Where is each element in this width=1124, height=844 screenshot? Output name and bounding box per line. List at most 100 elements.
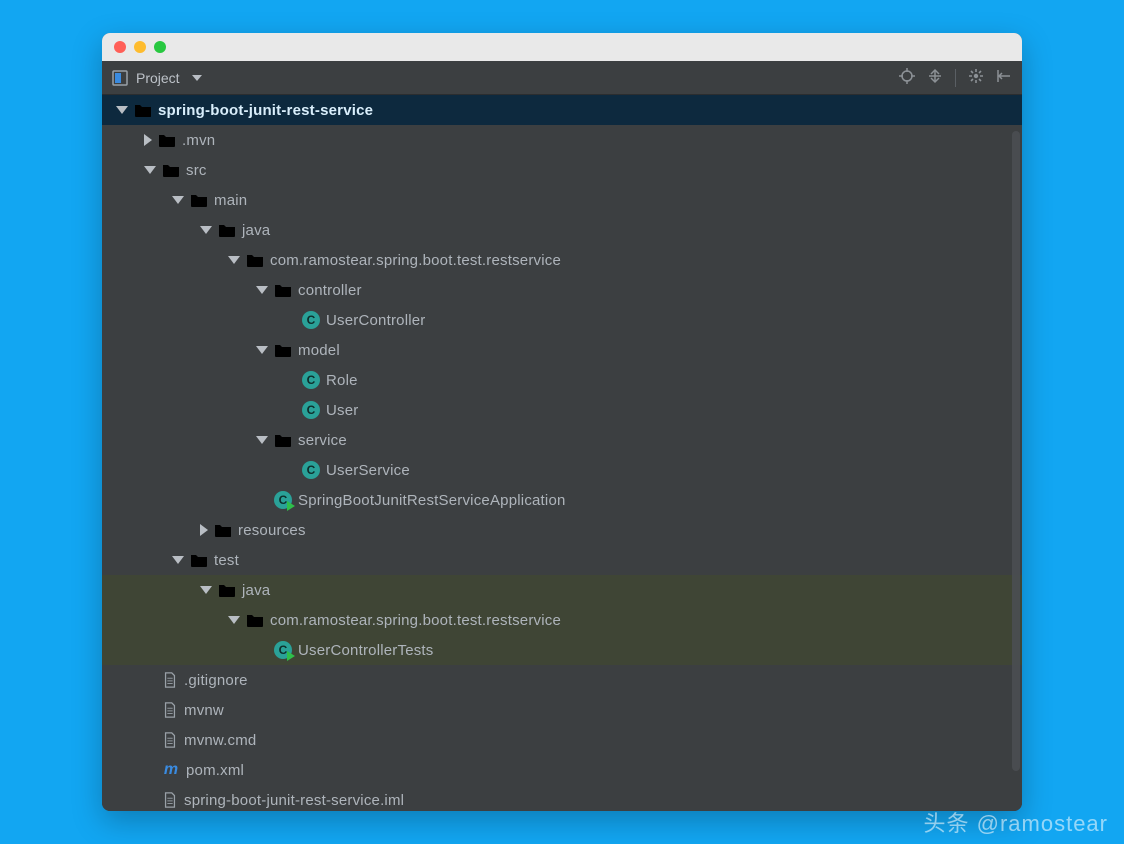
- tree-item-label: model: [298, 342, 340, 359]
- class-icon: C: [302, 311, 320, 329]
- file-icon: [162, 702, 178, 718]
- chevron-down-icon[interactable]: [172, 196, 184, 204]
- tree-item-label: com.ramostear.spring.boot.test.restservi…: [270, 252, 561, 269]
- tree-row[interactable]: C UserController: [102, 305, 1022, 335]
- tree-row[interactable]: mvnw: [102, 695, 1022, 725]
- tree-row[interactable]: test: [102, 545, 1022, 575]
- scrollbar[interactable]: [1012, 131, 1020, 771]
- folder-icon: [246, 611, 264, 629]
- tree-row[interactable]: com.ramostear.spring.boot.test.restservi…: [102, 245, 1022, 275]
- arrow-spacer: [284, 314, 296, 326]
- tree-item-label: java: [242, 222, 270, 239]
- module-icon: [134, 101, 152, 119]
- chevron-down-icon[interactable]: [256, 436, 268, 444]
- chevron-down-icon[interactable]: [200, 226, 212, 234]
- autoscroll-icon[interactable]: [927, 68, 943, 88]
- tree-row[interactable]: .mvn: [102, 125, 1022, 155]
- chevron-down-icon[interactable]: [200, 586, 212, 594]
- tree-item-label: spring-boot-junit-rest-service: [158, 102, 373, 119]
- caret-down-icon: [192, 75, 202, 81]
- project-tree[interactable]: spring-boot-junit-rest-service .mvn srcmai…: [102, 95, 1022, 811]
- project-icon: [112, 70, 128, 86]
- tree-row[interactable]: mvnw.cmd: [102, 725, 1022, 755]
- tree-row[interactable]: model: [102, 335, 1022, 365]
- chevron-down-icon[interactable]: [228, 616, 240, 624]
- tree-item-label: mvnw: [184, 702, 224, 719]
- tree-item-label: UserControllerTests: [298, 642, 434, 659]
- file-icon: [162, 732, 178, 748]
- target-icon[interactable]: [899, 68, 915, 88]
- chevron-down-icon[interactable]: [256, 346, 268, 354]
- zoom-icon[interactable]: [154, 41, 166, 53]
- gear-icon[interactable]: [968, 68, 984, 88]
- tree-item-label: UserService: [326, 462, 410, 479]
- mac-titlebar: [102, 33, 1022, 61]
- tree-row[interactable]: C Role: [102, 365, 1022, 395]
- chevron-down-icon[interactable]: [172, 556, 184, 564]
- tree-item-label: SpringBootJunitRestServiceApplication: [298, 492, 566, 509]
- chevron-down-icon[interactable]: [228, 256, 240, 264]
- project-selector[interactable]: Project: [112, 70, 202, 86]
- file-icon: [162, 672, 178, 688]
- arrow-spacer: [144, 794, 156, 806]
- arrow-spacer: [144, 674, 156, 686]
- class-icon: C: [302, 401, 320, 419]
- tree-row[interactable]: C UserControllerTests: [102, 635, 1022, 665]
- tree-item-label: main: [214, 192, 247, 209]
- arrow-spacer: [144, 704, 156, 716]
- tree-item-label: service: [298, 432, 347, 449]
- chevron-right-icon[interactable]: [200, 524, 208, 536]
- chevron-right-icon[interactable]: [144, 134, 152, 146]
- toolbar-divider: [955, 69, 956, 87]
- chevron-down-icon[interactable]: [144, 166, 156, 174]
- arrow-spacer: [144, 734, 156, 746]
- tree-row[interactable]: C UserService: [102, 455, 1022, 485]
- collapse-icon[interactable]: [996, 68, 1012, 88]
- file-icon: [162, 792, 178, 808]
- tree-row[interactable]: com.ramostear.spring.boot.test.restservi…: [102, 605, 1022, 635]
- folder-icon: [158, 131, 176, 149]
- tree-row[interactable]: C User: [102, 395, 1022, 425]
- tree-row[interactable]: .gitignore: [102, 665, 1022, 695]
- tree-item-label: resources: [238, 522, 306, 539]
- source-folder-icon: [218, 221, 236, 239]
- close-icon[interactable]: [114, 41, 126, 53]
- tree-row[interactable]: spring-boot-junit-rest-service: [102, 95, 1022, 125]
- chevron-down-icon[interactable]: [256, 286, 268, 294]
- folder-icon: [162, 161, 180, 179]
- project-title: Project: [136, 70, 180, 86]
- tree-row[interactable]: controller: [102, 275, 1022, 305]
- tree-row[interactable]: service: [102, 425, 1022, 455]
- tree-row[interactable]: java: [102, 215, 1022, 245]
- tree-item-label: spring-boot-junit-rest-service.iml: [184, 792, 404, 809]
- runnable-class-icon: C: [274, 491, 292, 509]
- tree-item-label: test: [214, 552, 239, 569]
- runnable-class-icon: C: [274, 641, 292, 659]
- tree-item-label: UserController: [326, 312, 426, 329]
- tree-row[interactable]: C SpringBootJunitRestServiceApplication: [102, 485, 1022, 515]
- tree-row[interactable]: mpom.xml: [102, 755, 1022, 785]
- arrow-spacer: [144, 764, 156, 776]
- tree-row[interactable]: main: [102, 185, 1022, 215]
- tree-row[interactable]: resources: [102, 515, 1022, 545]
- tree-item-label: java: [242, 582, 270, 599]
- tree-item-label: .gitignore: [184, 672, 248, 689]
- project-toolbar: Project: [102, 61, 1022, 95]
- watermark-text: 头条 @ramostear: [924, 811, 1108, 836]
- tree-item-label: Role: [326, 372, 358, 389]
- tree-item-label: mvnw.cmd: [184, 732, 256, 749]
- tree-row[interactable]: spring-boot-junit-rest-service.iml: [102, 785, 1022, 811]
- arrow-spacer: [256, 494, 268, 506]
- tree-row[interactable]: src: [102, 155, 1022, 185]
- tree-row[interactable]: java: [102, 575, 1022, 605]
- tree-item-label: User: [326, 402, 358, 419]
- class-icon: C: [302, 461, 320, 479]
- class-icon: C: [302, 371, 320, 389]
- ide-window: Project spring-boot-junit-rest-service .m…: [102, 33, 1022, 811]
- arrow-spacer: [284, 464, 296, 476]
- folder-icon: [274, 281, 292, 299]
- arrow-spacer: [284, 404, 296, 416]
- tree-item-label: src: [186, 162, 207, 179]
- chevron-down-icon[interactable]: [116, 106, 128, 114]
- minimize-icon[interactable]: [134, 41, 146, 53]
